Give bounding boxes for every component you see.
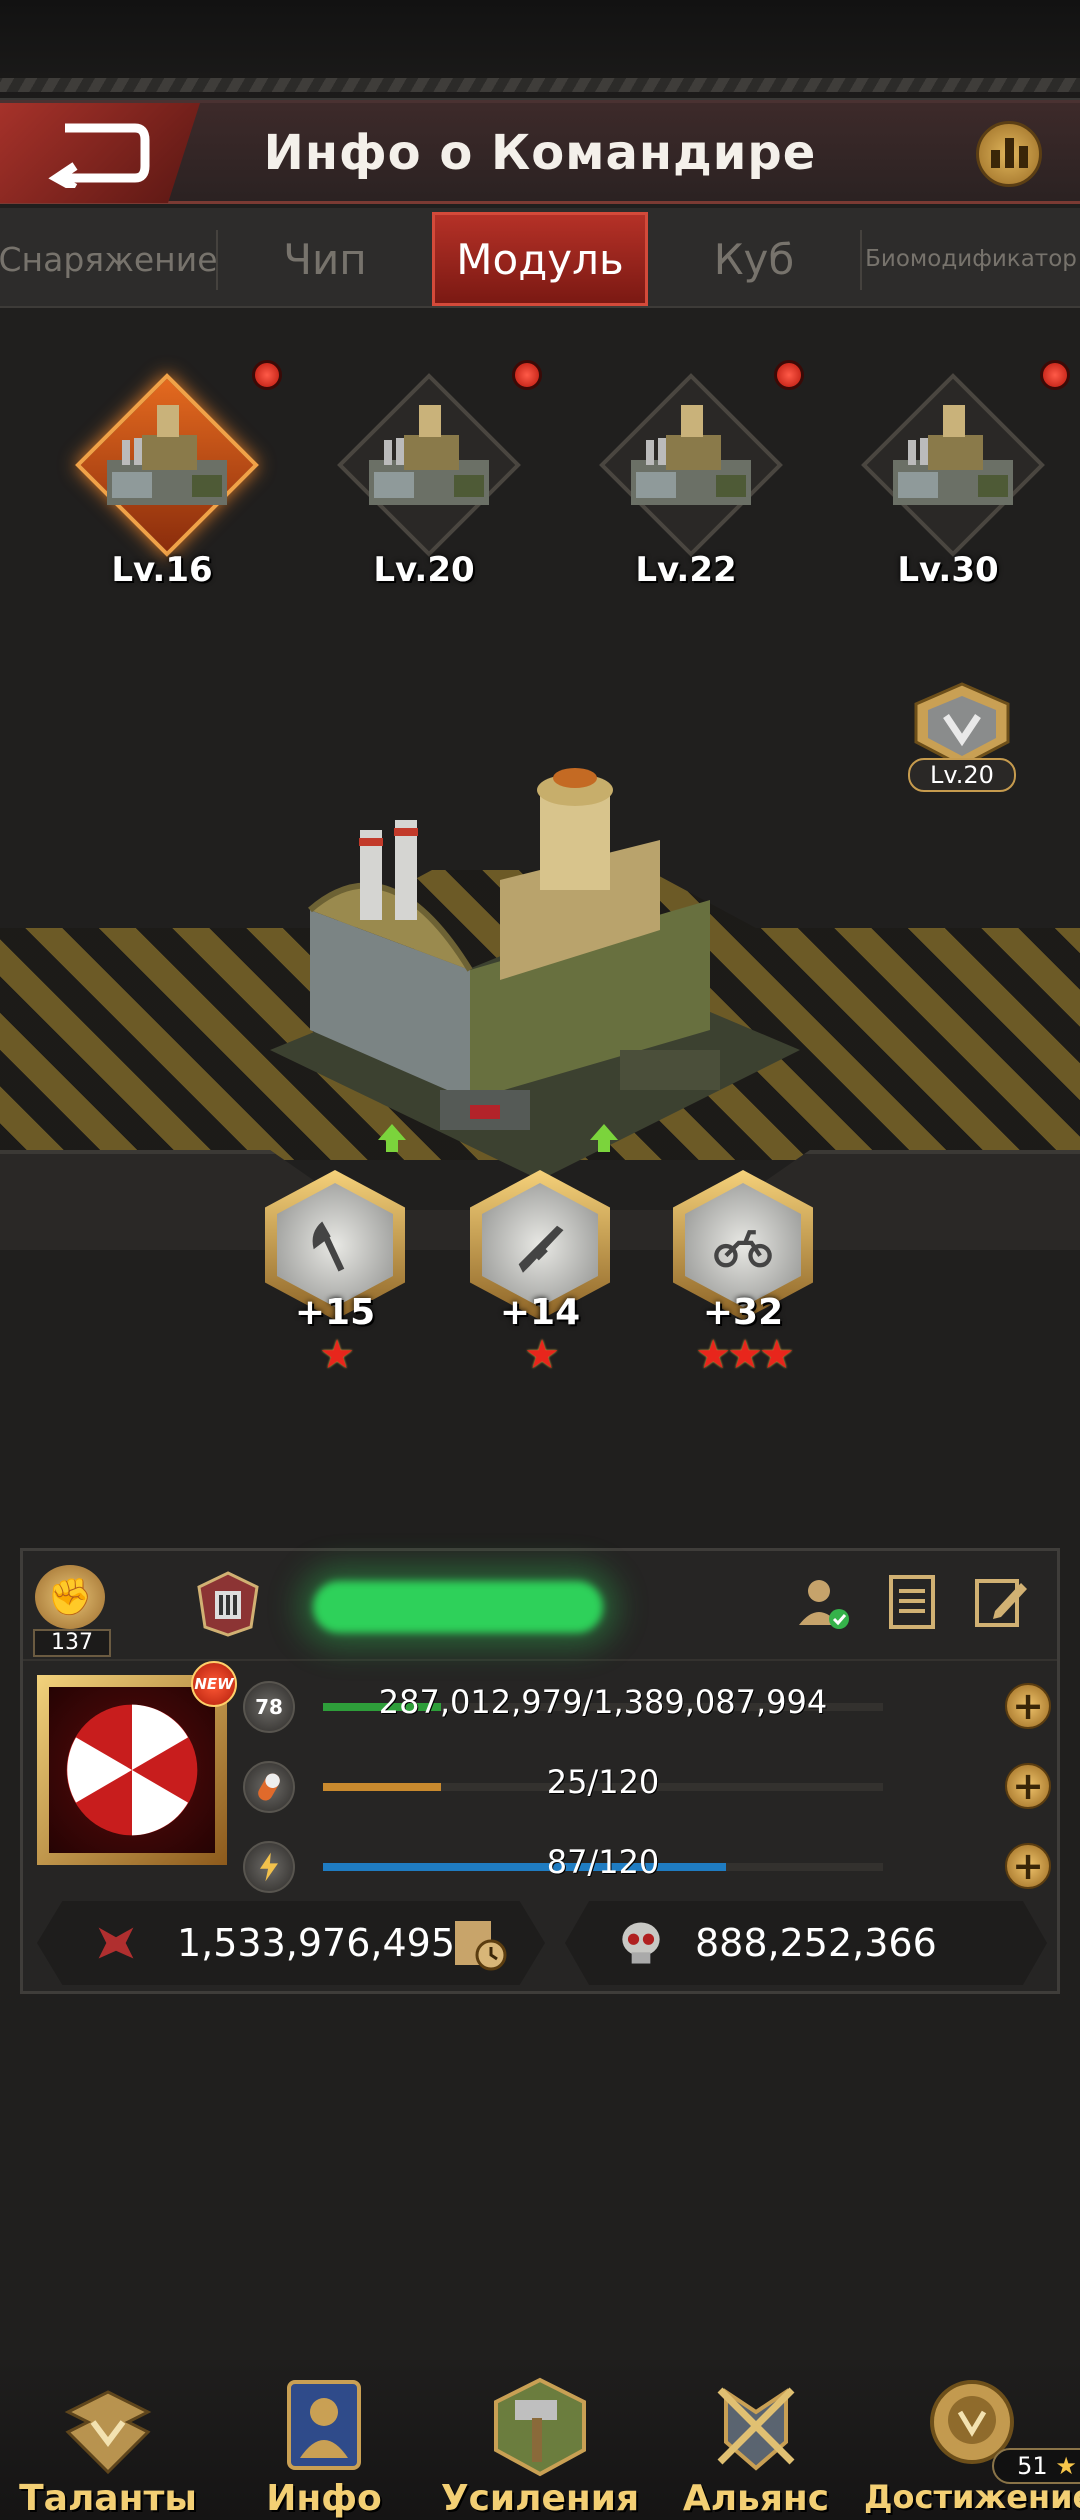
- equipment-bonus: +32: [702, 1292, 784, 1333]
- star-icon: ★: [1055, 2452, 1077, 2480]
- nav-achievements[interactable]: 51 ★ Достижение: [864, 2360, 1080, 2520]
- talents-wings-icon: [64, 2390, 152, 2475]
- nav-info[interactable]: Инфо: [216, 2360, 432, 2520]
- kills-value: 888,252,366: [695, 1921, 937, 1965]
- power-value: 1,533,976,495: [177, 1921, 456, 1965]
- energy-row: 87/120 +: [243, 1837, 1053, 1897]
- add-stamina-button[interactable]: +: [1005, 1763, 1051, 1809]
- info-portrait-icon: [287, 2380, 361, 2470]
- equipment-slot[interactable]: +15 ★: [260, 1170, 410, 1380]
- nav-label: Достижение: [864, 2478, 1080, 2516]
- nav-label: Таланты: [19, 2478, 197, 2519]
- tab-cube[interactable]: Куб: [648, 212, 860, 306]
- skull-icon: [622, 1922, 660, 1964]
- notification-dot: [774, 360, 804, 390]
- notification-dot: [512, 360, 542, 390]
- factory-icon: [107, 405, 227, 505]
- umbrella-logo-icon: [66, 1704, 198, 1836]
- power-history-icon[interactable]: [449, 1913, 509, 1973]
- tab-equipment[interactable]: Снаряжение: [0, 212, 218, 306]
- module-level: Lv.22: [635, 550, 737, 590]
- document-icon[interactable]: [881, 1571, 943, 1633]
- player-name-redacted: [313, 1581, 603, 1633]
- factory-icon: [893, 405, 1013, 505]
- tab-bar: Снаряжение Чип Модуль Куб Биомодификатор: [0, 208, 1080, 308]
- notification-dot: [252, 360, 282, 390]
- factory-building-image: [270, 768, 800, 1180]
- power-box: 1,533,976,495: [37, 1901, 545, 1985]
- tab-module[interactable]: Модуль: [432, 212, 648, 306]
- rank-shield-icon: [914, 682, 1010, 768]
- equipment-slot[interactable]: +32 ★★★: [668, 1170, 818, 1380]
- energy-value: 87/120: [546, 1843, 660, 1881]
- new-badge: NEW: [191, 1661, 237, 1707]
- upgrade-arrow-icon: [378, 1124, 406, 1152]
- rifle-icon: [518, 1225, 564, 1273]
- add-experience-button[interactable]: +: [1005, 1683, 1051, 1729]
- bar-chart-icon: [990, 150, 1000, 168]
- motorcycle-icon: [714, 1230, 772, 1268]
- nav-boosts[interactable]: Усиления: [432, 2360, 648, 2520]
- stamina-pill-icon: [243, 1761, 295, 1813]
- stamina-row: 25/120 +: [243, 1757, 1053, 1817]
- alliance-swords-icon: [717, 2387, 795, 2471]
- rank-emblem-icon[interactable]: [193, 1569, 263, 1639]
- boosts-hammer-icon: [494, 2377, 586, 2477]
- fist-count: 137: [33, 1629, 111, 1657]
- friend-check-icon[interactable]: [793, 1571, 855, 1633]
- edit-icon[interactable]: [969, 1571, 1031, 1633]
- rating-stars: ★★★: [695, 1332, 795, 1378]
- page-title: Инфо о Командире: [263, 125, 817, 181]
- back-button[interactable]: [0, 103, 200, 203]
- fist-icon[interactable]: ✊: [35, 1565, 105, 1629]
- module-slot[interactable]: Lv.22: [586, 360, 786, 590]
- module-level: Lv.30: [897, 550, 999, 590]
- top-decor-strip: [0, 0, 1080, 100]
- avatar[interactable]: [37, 1675, 227, 1865]
- bottom-navigation: Таланты Инфо Усиления Альянс 51 ★ Достиж…: [0, 2360, 1080, 2520]
- energy-lightning-icon: [243, 1841, 295, 1893]
- equipment-bonus: +14: [499, 1292, 581, 1333]
- module-slot[interactable]: Lv.20: [324, 360, 524, 590]
- module-level: Lv.16: [111, 550, 213, 590]
- module-level: Lv.20: [373, 550, 475, 590]
- factory-icon: [631, 405, 751, 505]
- module-list: Lv.16 Lv.20 Lv.22 Lv.30: [0, 330, 1080, 600]
- experience-row: 78 287,012,979/1,389,087,994 +: [243, 1677, 1053, 1737]
- commander-panel: ✊ 137 NEW 78 287,012,979/1,389,087,994 +…: [20, 1548, 1060, 1994]
- rating-stars: ★: [319, 1332, 355, 1378]
- back-arrow-icon: [48, 123, 150, 188]
- stamina-value: 25/120: [546, 1763, 660, 1801]
- nav-label: Усиления: [440, 2478, 640, 2519]
- nav-talents[interactable]: Таланты: [0, 2360, 216, 2520]
- rating-stars: ★: [524, 1332, 560, 1378]
- module-stage: +15 ★ +14 ★ +32 ★★★: [0, 768, 1080, 1378]
- nav-label: Альянс: [682, 2478, 830, 2519]
- power-fist-icon: [98, 1927, 134, 1959]
- kills-box: 888,252,366: [565, 1901, 1047, 1985]
- notification-dot: [1040, 360, 1070, 390]
- level-badge: 78: [243, 1681, 295, 1733]
- module-slot[interactable]: Lv.30: [848, 360, 1048, 590]
- header-bar: Инфо о Командире: [0, 100, 1080, 204]
- equipment-slot[interactable]: +14 ★: [465, 1170, 615, 1380]
- axe-icon: [312, 1221, 345, 1272]
- module-slot[interactable]: Lv.16: [62, 360, 262, 590]
- stats-button[interactable]: [976, 121, 1042, 187]
- factory-icon: [369, 405, 489, 505]
- tab-chip[interactable]: Чип: [218, 212, 432, 306]
- add-energy-button[interactable]: +: [1005, 1843, 1051, 1889]
- nav-label: Инфо: [266, 2478, 382, 2519]
- experience-value: 287,012,979/1,389,087,994: [378, 1683, 828, 1721]
- tab-biomodifier[interactable]: Биомодификатор: [862, 212, 1080, 306]
- nav-alliance[interactable]: Альянс: [648, 2360, 864, 2520]
- upgrade-arrow-icon: [590, 1124, 618, 1152]
- equipment-bonus: +15: [294, 1292, 376, 1333]
